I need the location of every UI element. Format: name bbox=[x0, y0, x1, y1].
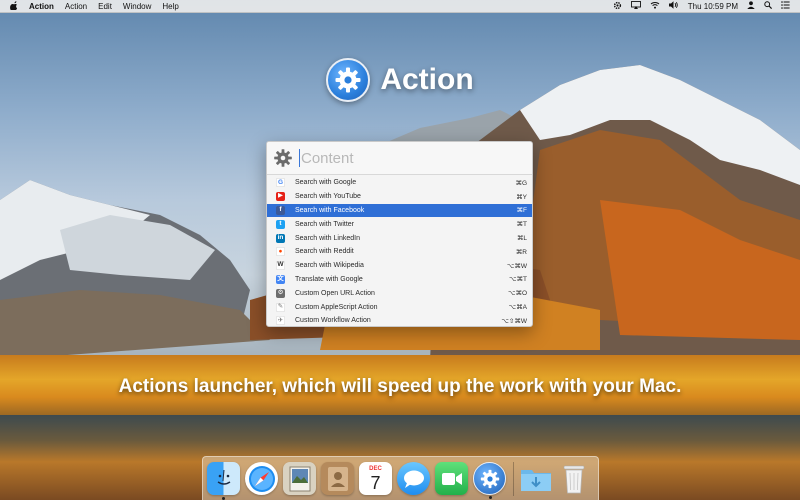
action-item[interactable]: in Search with LinkedIn ⌘L bbox=[267, 231, 532, 245]
menu-app-name[interactable]: Action bbox=[29, 2, 54, 11]
action-item[interactable]: ⚙ Custom Open URL Action ⌥⌘O bbox=[267, 286, 532, 300]
menu-action[interactable]: Action bbox=[65, 2, 87, 11]
safari-icon[interactable] bbox=[245, 462, 278, 495]
keyboard-shortcut: ⌘F bbox=[516, 207, 527, 215]
spotlight-search-icon[interactable] bbox=[764, 1, 773, 11]
action-item[interactable]: ● Search with Reddit ⌘R bbox=[267, 245, 532, 259]
finder-icon[interactable] bbox=[207, 462, 240, 500]
action-item[interactable]: G Search with Google ⌘G bbox=[267, 176, 532, 190]
app-heading: Action bbox=[0, 58, 800, 102]
menu-help[interactable]: Help bbox=[162, 2, 178, 11]
keyboard-shortcut: ⌥⌘A bbox=[508, 304, 527, 312]
airplay-icon[interactable] bbox=[630, 1, 641, 11]
action-item[interactable]: 文 Translate with Google ⌥⌘T bbox=[267, 273, 532, 287]
action-item-label: Search with Wikipedia bbox=[295, 262, 364, 270]
google-translate-icon: 文 bbox=[276, 274, 285, 284]
action-item[interactable]: f Search with Facebook ⌘F bbox=[267, 203, 532, 218]
notification-center-icon[interactable] bbox=[781, 1, 790, 11]
action-list: G Search with Google ⌘G ▶ Search with YouTub… bbox=[267, 175, 532, 326]
preview-icon[interactable] bbox=[283, 462, 316, 495]
action-item-label: Search with Facebook bbox=[295, 206, 365, 214]
automator-icon: ✈ bbox=[276, 316, 285, 326]
keyboard-shortcut: ⌥⇧⌘W bbox=[501, 317, 527, 325]
youtube-icon: ▶ bbox=[276, 192, 285, 202]
action-gear-status-icon[interactable] bbox=[613, 1, 622, 12]
search-bar bbox=[267, 142, 532, 175]
action-item[interactable]: W Search with Wikipedia ⌥⌘W bbox=[267, 259, 532, 273]
keyboard-shortcut: ⌘T bbox=[516, 221, 527, 229]
running-indicator bbox=[489, 496, 492, 499]
contacts-icon[interactable] bbox=[321, 462, 354, 495]
action-item-label: Search with Reddit bbox=[295, 248, 354, 256]
downloads-folder-icon[interactable] bbox=[519, 462, 552, 495]
action-item[interactable]: ✈ Custom Workflow Action ⌥⇧⌘W bbox=[267, 314, 532, 326]
keyboard-shortcut: ⌘G bbox=[515, 179, 527, 187]
dock: DEC 7 bbox=[202, 456, 599, 500]
menu-window[interactable]: Window bbox=[123, 2, 151, 11]
wifi-icon[interactable] bbox=[650, 1, 660, 11]
action-launcher-panel: G Search with Google ⌘G ▶ Search with YouTub… bbox=[266, 141, 533, 327]
volume-icon[interactable] bbox=[668, 1, 679, 11]
action-item-label: Search with Google bbox=[295, 179, 357, 187]
calendar-day: 7 bbox=[370, 473, 381, 493]
action-item-label: Search with YouTube bbox=[295, 193, 361, 201]
keyboard-shortcut: ⌥⌘T bbox=[509, 276, 527, 284]
action-app-icon[interactable] bbox=[473, 462, 506, 499]
applescript-icon: ✎ bbox=[276, 302, 285, 312]
app-title: Action bbox=[380, 63, 474, 96]
messages-icon[interactable] bbox=[397, 462, 430, 495]
user-icon[interactable] bbox=[747, 1, 755, 11]
apple-menu-icon[interactable] bbox=[10, 0, 18, 12]
content-search-input[interactable] bbox=[301, 149, 501, 167]
action-item-label: Custom AppleScript Action bbox=[295, 303, 378, 311]
keyboard-shortcut: ⌥⌘W bbox=[506, 262, 527, 270]
gear-icon bbox=[326, 58, 371, 102]
facetime-icon[interactable] bbox=[435, 462, 468, 495]
trash-icon[interactable] bbox=[557, 462, 590, 495]
keyboard-shortcut: ⌘R bbox=[515, 248, 527, 256]
action-item[interactable]: ▶ Search with YouTube ⌘Y bbox=[267, 190, 532, 204]
keyboard-shortcut: ⌥⌘O bbox=[507, 290, 527, 298]
wikipedia-icon: W bbox=[276, 261, 285, 271]
keyboard-shortcut: ⌘Y bbox=[516, 193, 527, 201]
dock-separator bbox=[513, 461, 514, 496]
facebook-icon: f bbox=[276, 205, 285, 215]
google-icon: G bbox=[276, 178, 285, 188]
twitter-icon: t bbox=[276, 219, 285, 229]
linkedin-icon: in bbox=[276, 233, 285, 243]
menu-edit[interactable]: Edit bbox=[98, 2, 112, 11]
action-item-label: Translate with Google bbox=[295, 275, 363, 283]
text-caret bbox=[299, 149, 300, 167]
action-item-label: Custom Open URL Action bbox=[295, 289, 375, 297]
action-item[interactable]: t Search with Twitter ⌘T bbox=[267, 217, 532, 231]
action-item-label: Search with Twitter bbox=[295, 220, 355, 228]
menu-bar: Action Action Edit Window Help Thu 10:59… bbox=[0, 0, 800, 13]
gear-icon: ⚙ bbox=[276, 288, 285, 298]
action-item-label: Search with LinkedIn bbox=[295, 234, 360, 242]
reddit-icon: ● bbox=[276, 247, 285, 257]
action-item-label: Custom Workflow Action bbox=[295, 317, 371, 325]
tagline: Actions launcher, which will speed up th… bbox=[118, 376, 682, 397]
gear-icon bbox=[274, 149, 292, 167]
calendar-month: DEC bbox=[369, 466, 382, 472]
keyboard-shortcut: ⌘L bbox=[516, 235, 527, 243]
clock[interactable]: Thu 10:59 PM bbox=[688, 2, 738, 11]
action-item[interactable]: ✎ Custom AppleScript Action ⌥⌘A bbox=[267, 300, 532, 314]
calendar-icon[interactable]: DEC 7 bbox=[359, 462, 392, 495]
